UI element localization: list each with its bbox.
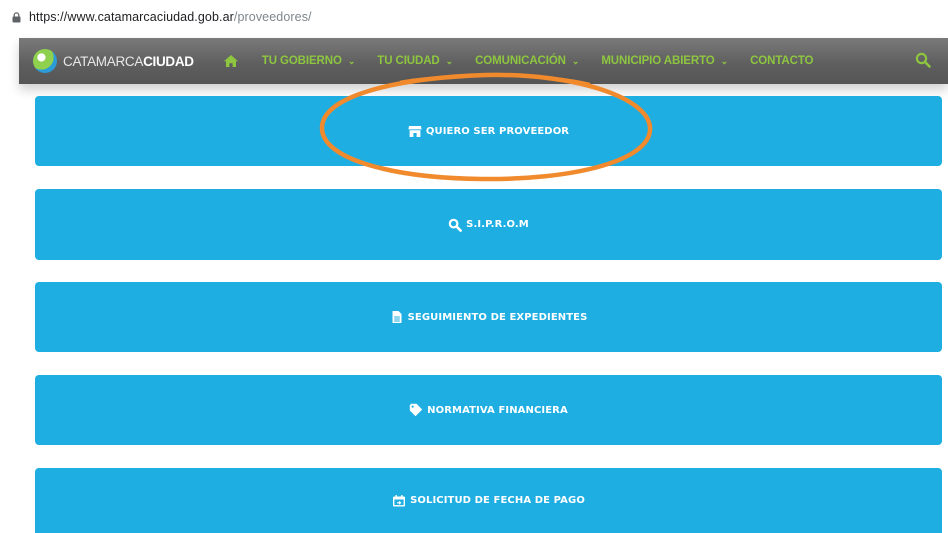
logo-mark-icon: [33, 49, 57, 73]
button-label: SEGUIMIENTO DE EXPEDIENTES: [407, 311, 588, 323]
chevron-down-icon: ⌄: [571, 55, 580, 66]
lock-icon: [12, 12, 21, 23]
home-icon[interactable]: [223, 54, 239, 68]
search-icon[interactable]: [915, 52, 931, 68]
address-bar[interactable]: https://www.catamarcaciudad.gob.ar/prove…: [0, 0, 948, 34]
nav-item-label: TU CIUDAD: [377, 55, 440, 67]
url-host: https://www.catamarcaciudad.gob.ar: [29, 10, 234, 24]
chevron-down-icon: ⌄: [347, 55, 356, 66]
nav-item-tu-gobierno[interactable]: TU GOBIERNO ⌄: [262, 55, 356, 67]
calendar-icon: [393, 494, 406, 506]
nav-item-label: CONTACTO: [750, 55, 814, 67]
store-icon: [408, 126, 422, 137]
button-label: QUIERO SER PROVEEDOR: [425, 125, 570, 137]
nav-item-municipio-abierto[interactable]: MUNICIPIO ABIERTO ⌄: [601, 55, 728, 67]
nav-item-label: COMUNICACIÓN: [475, 55, 566, 67]
document-icon: [392, 311, 402, 323]
tag-icon: [409, 403, 423, 417]
search-icon: [448, 218, 463, 232]
chevron-down-icon: ⌄: [720, 55, 729, 66]
seguimiento-expedientes-button[interactable]: SEGUIMIENTO DE EXPEDIENTES: [35, 282, 942, 352]
nav-item-contacto[interactable]: CONTACTO: [750, 55, 813, 67]
nav-item-label: MUNICIPIO ABIERTO: [601, 55, 715, 67]
chevron-down-icon: ⌄: [445, 55, 454, 66]
site-logo[interactable]: CATAMARCACIUDAD: [33, 38, 194, 84]
button-label: SOLICITUD DE FECHA DE PAGO: [410, 495, 585, 506]
url-path: /proveedores/: [233, 10, 312, 24]
button-label: S.I.P.R.O.M: [466, 219, 529, 230]
siprom-button[interactable]: S.I.P.R.O.M: [35, 189, 942, 260]
solicitud-fecha-pago-button[interactable]: SOLICITUD DE FECHA DE PAGO: [35, 468, 942, 533]
normativa-financiera-button[interactable]: NORMATIVA FINANCIERA: [35, 375, 942, 445]
nav-menu: TU GOBIERNO ⌄ TU CIUDAD ⌄ COMUNICACIÓN ⌄…: [223, 38, 836, 84]
quiero-ser-proveedor-button[interactable]: QUIERO SER PROVEEDOR: [35, 96, 942, 166]
logo-text: CATAMARCACIUDAD: [63, 53, 194, 69]
nav-item-comunicacion[interactable]: COMUNICACIÓN ⌄: [475, 55, 579, 67]
main-navbar: CATAMARCACIUDAD TU GOBIERNO ⌄ TU CIUDAD …: [19, 38, 948, 84]
button-label: NORMATIVA FINANCIERA: [427, 404, 568, 416]
nav-item-label: TU GOBIERNO: [261, 55, 342, 67]
nav-item-tu-ciudad[interactable]: TU CIUDAD ⌄: [377, 55, 453, 67]
url-text[interactable]: https://www.catamarcaciudad.gob.ar/prove…: [29, 10, 312, 24]
